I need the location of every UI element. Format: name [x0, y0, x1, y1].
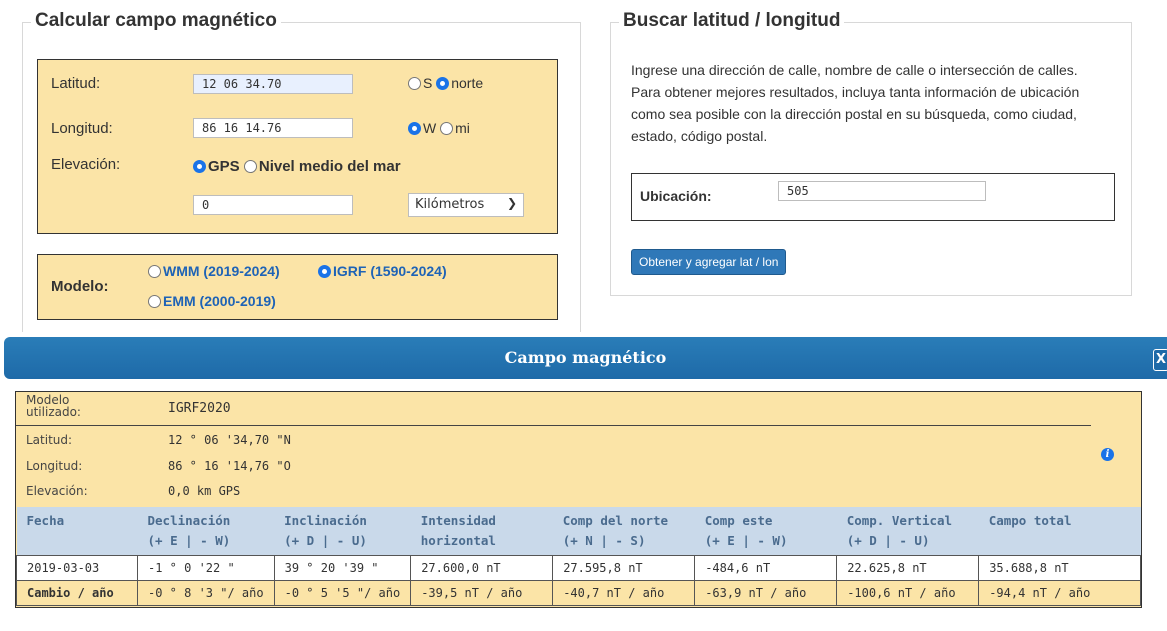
result-elevation-label: Elevación:	[26, 484, 88, 498]
col-date: Fecha	[16, 507, 138, 556]
col-horizontal-intensity: Intensidad horizontal	[410, 507, 553, 556]
radio-gps-label: GPS	[208, 158, 240, 175]
row-horizontal-intensity: 27.600,0 nT	[410, 555, 554, 581]
elevation-unit-select[interactable]: Kilómetros ❯	[408, 193, 524, 217]
change-label: Cambio / año	[16, 580, 138, 606]
latitude-label: Latitud:	[51, 75, 101, 92]
radio-north-label: norte	[451, 75, 484, 91]
table-row-annual-change: Cambio / año -0 ° 8 '3 "/ año -0 ° 5 '5 …	[16, 580, 1141, 606]
model-label: Modelo:	[51, 278, 109, 295]
row-east-comp: -484,6 nT	[694, 555, 838, 581]
location-box: Ubicación: 505	[631, 173, 1115, 221]
calc-title: Calcular campo magnético	[31, 10, 281, 32]
radio-east[interactable]	[440, 122, 454, 135]
info-icon[interactable]: i	[1101, 448, 1114, 461]
model-option-igrf-label: IGRF (1590-2024)	[333, 263, 447, 279]
result-longitude-label: Longitud:	[26, 459, 83, 473]
change-total-field: -94,4 nT / año	[978, 580, 1141, 606]
radio-emm[interactable]	[148, 295, 161, 308]
radio-west[interactable]	[408, 122, 421, 135]
radio-west-label: W	[423, 120, 437, 136]
result-elevation-value: 0,0 km GPS	[168, 484, 241, 498]
change-horizontal-intensity: -39,5 nT / año	[410, 580, 554, 606]
model-option-wmm[interactable]: WMM (2019-2024)	[148, 263, 280, 279]
table-row: 2019-03-03 -1 ° 0 '22 " 39 ° 20 '39 " 27…	[16, 555, 1141, 581]
change-vertical-comp: -100,6 nT / año	[836, 580, 980, 606]
search-title: Buscar latitud / longitud	[619, 10, 845, 32]
row-vertical-comp: 22.625,8 nT	[836, 555, 980, 581]
col-total-field: Campo total	[978, 507, 1141, 556]
latitude-input[interactable]: 12 06 34.70	[193, 74, 353, 94]
elevation-reference-radio: GPS Nivel medio del mar	[193, 158, 401, 175]
col-north-comp: Comp del norte (+ N | - S)	[552, 507, 695, 556]
col-declination: Declinación (+ E | - W)	[137, 507, 275, 556]
result-panel: Modelo utilizado: IGRF2020 Latitud: 12 °…	[15, 391, 1142, 608]
close-button[interactable]: X	[1153, 349, 1167, 371]
meta-divider	[16, 425, 1091, 426]
row-north-comp: 27.595,8 nT	[552, 555, 696, 581]
location-label: Ubicación:	[640, 188, 712, 204]
longitude-hemisphere-radio: W mi	[408, 120, 470, 136]
model-used-value: IGRF2020	[168, 401, 231, 416]
col-inclination: Inclinación (+ D | - U)	[274, 507, 411, 556]
col-vertical-comp: Comp. Vertical (+ D | - U)	[836, 507, 979, 556]
longitude-label: Longitud:	[51, 120, 113, 137]
change-north-comp: -40,7 nT / año	[552, 580, 696, 606]
search-description: Ingrese una dirección de calle, nombre d…	[631, 62, 1080, 144]
elevation-input[interactable]: 0	[193, 195, 353, 215]
get-lat-lon-button[interactable]: Obtener y agregar lat / lon	[631, 249, 787, 275]
location-input[interactable]: 505	[778, 181, 986, 201]
radio-gps[interactable]	[193, 160, 206, 173]
row-inclination: 39 ° 20 '39 "	[273, 555, 412, 581]
calc-fieldset: Calcular campo magnético Latitud: 12 06 …	[22, 10, 581, 332]
col-east-comp: Comp este (+ E | - W)	[694, 507, 837, 556]
radio-igrf[interactable]	[318, 265, 331, 278]
result-window-header: Campo magnético X	[4, 337, 1167, 379]
model-option-emm-label: EMM (2000-2019)	[163, 293, 276, 309]
change-declination: -0 ° 8 '3 "/ año	[137, 580, 275, 606]
row-declination: -1 ° 0 '22 "	[137, 555, 275, 581]
chevron-down-icon: ❯	[506, 196, 517, 210]
model-panel: Modelo: WMM (2019-2024) IGRF (1590-2024)…	[37, 254, 558, 320]
coordinates-panel: Latitud: 12 06 34.70 S norte Longitud: 8…	[37, 59, 558, 234]
model-option-emm[interactable]: EMM (2000-2019)	[148, 293, 276, 309]
radio-south[interactable]	[408, 77, 421, 90]
radio-mean-sea-level[interactable]	[243, 160, 257, 173]
search-fieldset: Buscar latitud / longitud Ingrese una di…	[610, 10, 1132, 296]
radio-south-label: S	[423, 75, 433, 91]
model-option-igrf[interactable]: IGRF (1590-2024)	[318, 263, 447, 279]
result-latitude-value: 12 ° 06 '34,70 "N	[168, 433, 291, 447]
radio-east-label: mi	[455, 120, 470, 136]
radio-mean-sea-level-label: Nivel medio del mar	[258, 158, 401, 175]
change-east-comp: -63,9 nT / año	[694, 580, 838, 606]
elevation-label: Elevación:	[51, 156, 121, 173]
row-date: 2019-03-03	[16, 555, 138, 581]
model-used-label: Modelo utilizado:	[26, 393, 81, 419]
longitude-input[interactable]: 86 16 14.76	[193, 118, 353, 138]
row-total-field: 35.688,8 nT	[978, 555, 1141, 581]
radio-wmm[interactable]	[148, 265, 161, 278]
latitude-hemisphere-radio: S norte	[408, 75, 483, 91]
magnetic-field-table: Fecha Declinación (+ E | - W) Inclinación…	[16, 507, 1141, 606]
elevation-unit-value: Kilómetros	[415, 197, 485, 212]
radio-north[interactable]	[436, 77, 450, 90]
result-latitude-label: Latitud:	[26, 433, 73, 447]
model-option-wmm-label: WMM (2019-2024)	[163, 263, 280, 279]
result-longitude-value: 86 ° 16 '14,76 "O	[168, 459, 291, 473]
change-inclination: -0 ° 5 '5 "/ año	[273, 580, 412, 606]
result-window-title: Campo magnético	[504, 348, 667, 367]
table-header-row: Fecha Declinación (+ E | - W) Inclinación…	[16, 507, 1141, 556]
